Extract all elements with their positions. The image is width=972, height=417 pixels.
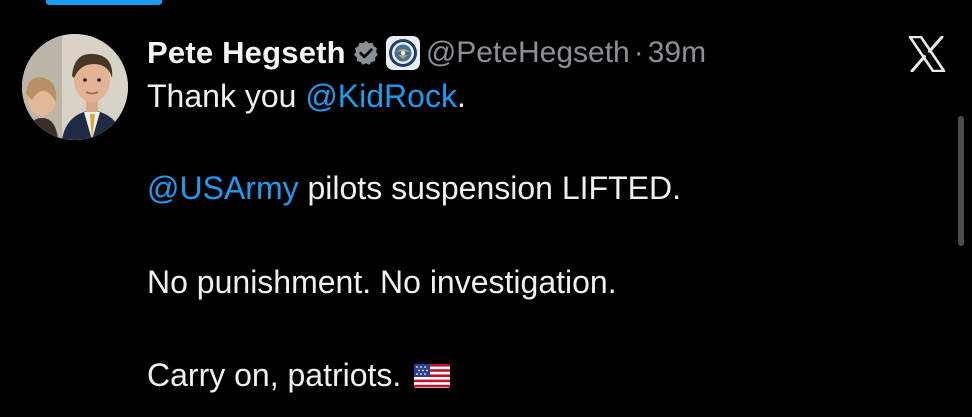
tweet-text-segment: Carry on, patriots.	[147, 357, 402, 393]
tweet-line-2: @USArmy pilots suspension LIFTED.	[147, 170, 681, 207]
tweet-card: Pete Hegseth @PeteHegseth · 39m Thank yo…	[0, 0, 972, 417]
x-logo-icon[interactable]	[908, 35, 946, 73]
separator-dot: ·	[633, 36, 644, 69]
mention-link-kidrock[interactable]: @KidRock	[305, 78, 457, 114]
tweet-line-4: Carry on, patriots.	[147, 357, 451, 394]
display-name[interactable]: Pete Hegseth	[147, 35, 346, 71]
department-of-defense-seal-icon[interactable]	[385, 36, 420, 70]
avatar-image	[22, 34, 128, 140]
tweet-text-segment: Thank you	[147, 78, 306, 114]
us-flag-emoji-icon	[414, 359, 451, 388]
tweet-line-1: Thank you @KidRock.	[147, 78, 466, 115]
author-handle[interactable]: @PeteHegseth	[426, 36, 630, 70]
timestamp[interactable]: 39m	[648, 36, 706, 70]
tweet-header: Pete Hegseth @PeteHegseth · 39m	[147, 28, 706, 78]
avatar[interactable]	[22, 34, 128, 140]
mention-link-usarmy[interactable]: @USArmy	[147, 170, 299, 206]
scrollbar[interactable]	[958, 116, 964, 246]
verified-badge-icon[interactable]	[352, 39, 380, 67]
tweet-text-segment: pilots suspension LIFTED.	[298, 170, 681, 206]
tweet-text-segment: .	[456, 78, 466, 114]
tweet-text-segment: No punishment. No investigation.	[147, 264, 617, 300]
tab-indicator	[46, 0, 162, 5]
tweet-line-3: No punishment. No investigation.	[147, 264, 617, 301]
